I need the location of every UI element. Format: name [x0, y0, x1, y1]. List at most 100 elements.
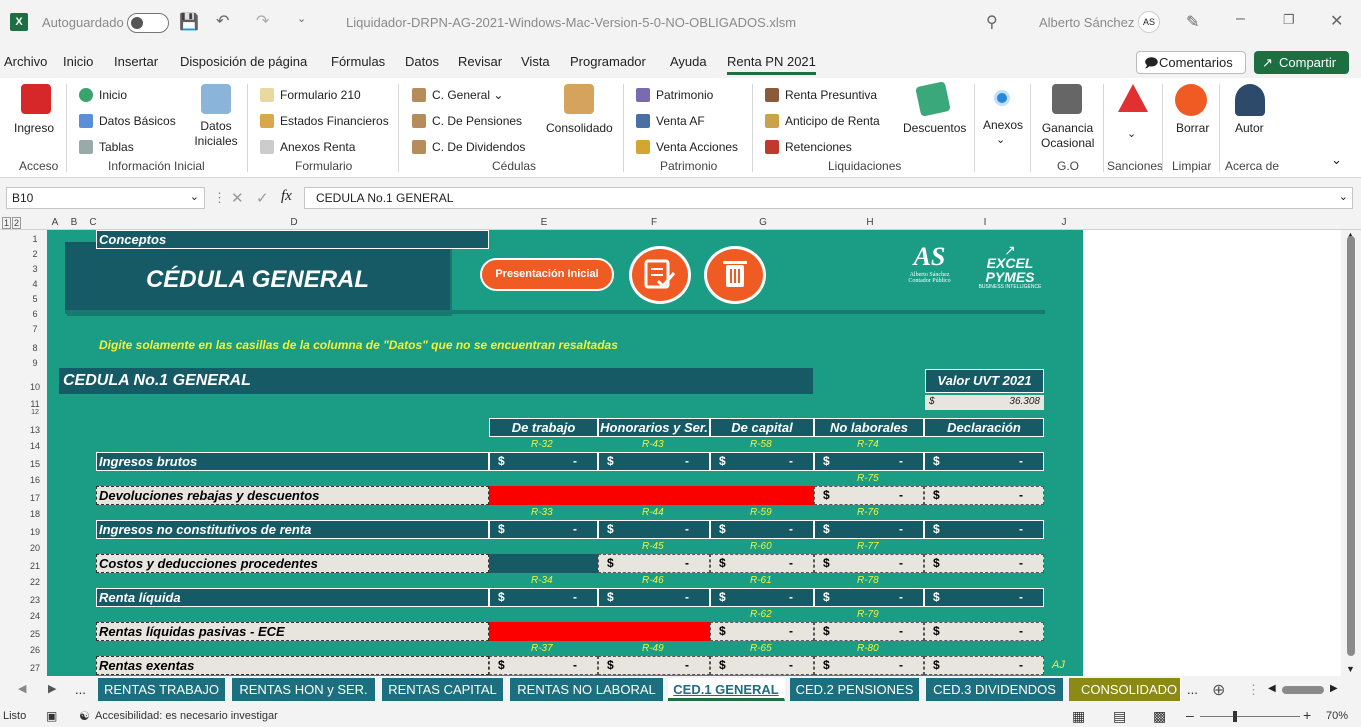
renta-presuntiva-button[interactable]: Renta Presuntiva: [765, 87, 877, 103]
name-box[interactable]: B10 ⌄: [6, 187, 205, 209]
consolidado-button[interactable]: Consolidado: [546, 121, 613, 136]
tab-more[interactable]: ...: [75, 682, 86, 697]
menu-formulas[interactable]: Fórmulas: [331, 54, 385, 69]
scroll-down-icon[interactable]: ▼: [1346, 664, 1355, 674]
row-number[interactable]: 5: [24, 294, 46, 304]
user-avatar[interactable]: AS: [1138, 11, 1160, 33]
row-number[interactable]: 21: [24, 561, 46, 571]
cell-re-capital[interactable]: $ -: [710, 656, 814, 675]
column-h[interactable]: H: [866, 217, 873, 228]
row-number[interactable]: 4: [24, 279, 46, 289]
menu-disposicion[interactable]: Disposición de página: [180, 54, 307, 69]
zoom-level[interactable]: 70%: [1326, 710, 1348, 722]
formulario-210-button[interactable]: Formulario 210: [260, 87, 361, 103]
user-name[interactable]: Alberto Sánchez: [1039, 15, 1134, 30]
cell-rl-capital[interactable]: $ -: [710, 588, 814, 607]
cell-devoluciones-no-laborales[interactable]: $ -: [814, 486, 924, 505]
ganancia-ocasional-button[interactable]: Ganancia Ocasional: [1041, 121, 1094, 151]
column-j[interactable]: J: [1062, 217, 1067, 228]
menu-inicio[interactable]: Inicio: [63, 54, 93, 69]
estados-financieros-button[interactable]: Estados Financieros: [260, 113, 389, 129]
column-e[interactable]: E: [541, 217, 548, 228]
tab-rentas-hon[interactable]: RENTAS HON y SER.: [232, 678, 376, 701]
menu-datos[interactable]: Datos: [405, 54, 439, 69]
row-number[interactable]: 9: [24, 358, 46, 368]
menu-vista[interactable]: Vista: [521, 54, 550, 69]
cedula-title[interactable]: CEDULA No.1 GENERAL: [59, 368, 813, 394]
row-number[interactable]: 7: [24, 324, 46, 334]
cell-inc-no-laborales[interactable]: $ -: [814, 520, 924, 539]
cell-costos-honorarios[interactable]: $ -: [598, 554, 710, 573]
row-number[interactable]: 8: [24, 343, 46, 353]
cell-rp-no-laborales[interactable]: $ -: [814, 622, 924, 641]
share-button[interactable]: ↗ Compartir: [1254, 51, 1349, 74]
macro-record-icon[interactable]: ▣: [46, 709, 57, 723]
page-layout-icon[interactable]: ▤: [1113, 708, 1126, 725]
vertical-scrollbar[interactable]: ▲ ▼: [1341, 230, 1361, 676]
cancel-icon[interactable]: ✕: [231, 189, 244, 207]
tab-rentas-trabajo[interactable]: RENTAS TRABAJO: [98, 678, 226, 701]
inicio-button[interactable]: Inicio: [79, 87, 127, 103]
venta-af-button[interactable]: Venta AF: [636, 113, 705, 129]
cell-rp-declaracion[interactable]: $ -: [924, 622, 1044, 641]
quick-access-dropdown-icon[interactable]: ⌄: [297, 12, 306, 25]
cell-re-honorarios[interactable]: $ -: [598, 656, 710, 675]
cell-ingresos-no-laborales[interactable]: $ -: [814, 452, 924, 471]
sanciones-dropdown-icon[interactable]: ⌄: [1127, 127, 1136, 140]
menu-insertar[interactable]: Insertar: [114, 54, 158, 69]
row-number[interactable]: 16: [24, 475, 46, 485]
anticipo-renta-button[interactable]: Anticipo de Renta: [765, 113, 880, 129]
row-number[interactable]: 17: [24, 493, 46, 503]
tab-prev-icon[interactable]: ◀: [18, 682, 26, 695]
tab-next-icon[interactable]: ▶: [48, 682, 56, 695]
pen-icon[interactable]: ✎: [1186, 12, 1199, 32]
tablas-button[interactable]: Tablas: [79, 139, 134, 155]
cell-devoluciones-declaracion[interactable]: $ -: [924, 486, 1044, 505]
cell-ingresos-capital[interactable]: $ -: [710, 452, 814, 471]
c-dividendos-button[interactable]: C. De Dividendos: [412, 139, 525, 155]
row-number[interactable]: 19: [24, 527, 46, 537]
datos-basicos-button[interactable]: Datos Básicos: [79, 113, 176, 129]
row-number[interactable]: 18: [24, 509, 46, 519]
row-number[interactable]: 23: [24, 595, 46, 605]
cell-re-no-laborales[interactable]: $ -: [814, 656, 924, 675]
tab-rentas-no-laboral[interactable]: RENTAS NO LABORAL: [510, 678, 664, 701]
menu-revisar[interactable]: Revisar: [458, 54, 502, 69]
patrimonio-button[interactable]: Patrimonio: [636, 87, 713, 103]
menu-ayuda[interactable]: Ayuda: [670, 54, 707, 69]
menu-renta-pn[interactable]: Renta PN 2021: [727, 54, 816, 75]
confirm-icon[interactable]: ✓: [256, 189, 269, 207]
presentacion-inicial-button[interactable]: Presentación Inicial: [480, 258, 614, 291]
cell-re-declaracion[interactable]: $ -: [924, 656, 1044, 675]
cell-inc-declaracion[interactable]: $ -: [924, 520, 1044, 539]
descuentos-button[interactable]: Descuentos: [903, 121, 966, 136]
row-number[interactable]: 10: [24, 382, 46, 392]
column-a[interactable]: A: [52, 217, 59, 228]
cell-rp-capital[interactable]: $ -: [710, 622, 814, 641]
cell-rl-declaracion[interactable]: $ -: [924, 588, 1044, 607]
menu-archivo[interactable]: Archivo: [4, 54, 47, 69]
tab-ced1-general[interactable]: CED.1 GENERAL: [668, 678, 785, 701]
row-number[interactable]: 14: [24, 441, 46, 451]
outline-level-1[interactable]: 1: [2, 217, 12, 229]
normal-view-icon[interactable]: ▦: [1072, 708, 1085, 725]
autosave-toggle[interactable]: [127, 13, 169, 33]
tab-rentas-capital[interactable]: RENTAS CAPITAL: [382, 678, 504, 701]
c-general-button[interactable]: C. General ⌄: [412, 87, 503, 103]
search-icon[interactable]: ⚲: [986, 12, 998, 32]
zoom-slider[interactable]: [1200, 716, 1300, 717]
zoom-out-icon[interactable]: –: [1186, 707, 1194, 723]
row-number[interactable]: 15: [24, 459, 46, 469]
zoom-in-icon[interactable]: +: [1303, 707, 1311, 723]
zoom-slider-thumb[interactable]: [1233, 711, 1237, 722]
tab-more-right[interactable]: ...: [1187, 682, 1198, 697]
scroll-thumb[interactable]: [1347, 236, 1355, 656]
row-number[interactable]: 25: [24, 629, 46, 639]
chevron-down-icon[interactable]: ⌄: [1339, 190, 1348, 203]
checklist-button[interactable]: [629, 246, 691, 304]
ingreso-button[interactable]: Ingreso: [14, 121, 54, 136]
tab-ced3-dividendos[interactable]: CED.3 DIVIDENDOS: [926, 678, 1064, 701]
retenciones-button[interactable]: Retenciones: [765, 139, 852, 155]
hscroll-left-icon[interactable]: ◀: [1268, 683, 1276, 694]
cell-rl-trabajo[interactable]: $ -: [489, 588, 598, 607]
